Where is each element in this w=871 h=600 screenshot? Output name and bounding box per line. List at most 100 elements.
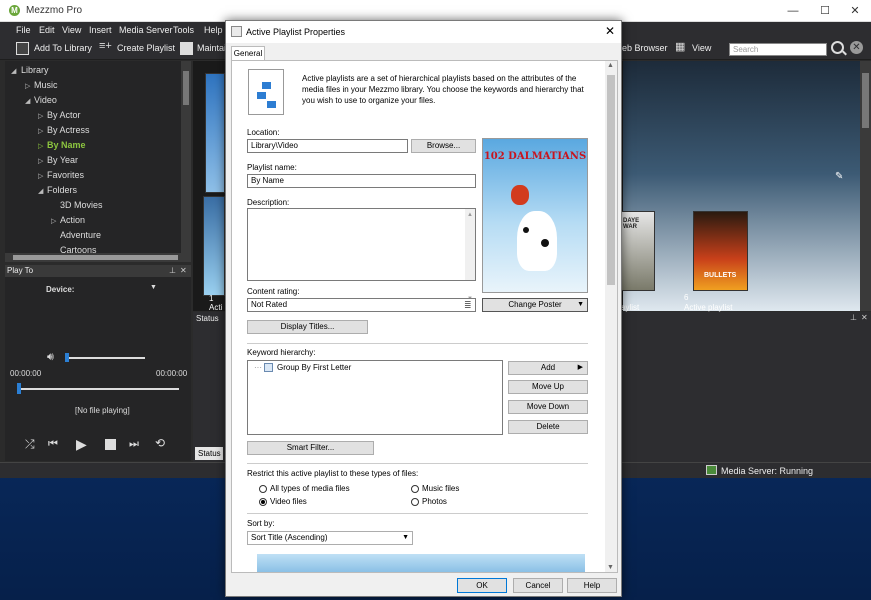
tree-item-3d-movies[interactable]: 3D Movies: [60, 200, 103, 210]
location-field[interactable]: Library\Video: [247, 139, 408, 153]
radio-video[interactable]: [259, 498, 267, 506]
menu-tools[interactable]: Tools: [173, 25, 194, 35]
stop-icon[interactable]: [105, 439, 116, 450]
clear-search-icon[interactable]: ✕: [850, 41, 863, 54]
menu-view[interactable]: View: [62, 25, 81, 35]
tree-item-by-actress[interactable]: By Actress: [47, 125, 90, 135]
close-panel-icon[interactable]: ✕: [180, 266, 187, 275]
scroll-thumb[interactable]: [183, 71, 189, 105]
scroll-thumb[interactable]: [13, 255, 178, 260]
repeat-icon[interactable]: ⟲: [155, 436, 165, 450]
search-icon[interactable]: [831, 41, 844, 54]
volume-icon[interactable]: 🔊︎: [47, 351, 54, 364]
radio-all-media[interactable]: [259, 485, 267, 493]
ok-button[interactable]: OK: [457, 578, 507, 593]
maintain-button[interactable]: Maintai: [197, 43, 226, 53]
menu-media-server[interactable]: Media Server: [119, 25, 173, 35]
add-to-library-button[interactable]: Add To Library: [34, 43, 92, 53]
description-scrollbar[interactable]: ▲▼: [465, 209, 475, 302]
pin-icon[interactable]: ⊥: [850, 313, 857, 322]
tree-expand-icon[interactable]: ▷: [38, 127, 43, 135]
rating-list-icon[interactable]: ≣: [464, 300, 472, 311]
next-icon[interactable]: ⏭: [129, 438, 139, 451]
playlist-name-field[interactable]: By Name: [247, 174, 476, 188]
close-button[interactable]: ✕: [840, 3, 870, 19]
change-poster-button[interactable]: Change Poster ▼: [482, 298, 588, 312]
play-icon[interactable]: ▶: [76, 436, 87, 453]
move-down-button[interactable]: Move Down: [508, 400, 588, 414]
tree-item-folders[interactable]: Folders: [47, 185, 77, 195]
scroll-down-icon[interactable]: ▼: [607, 564, 614, 571]
move-up-button[interactable]: Move Up: [508, 380, 588, 394]
edit-pencil-icon[interactable]: ✎: [835, 171, 843, 182]
poster-thumbnail[interactable]: DAYE WAR: [620, 211, 655, 291]
menu-insert[interactable]: Insert: [89, 25, 112, 35]
delete-keyword-button[interactable]: Delete: [508, 420, 588, 434]
tree-hscrollbar[interactable]: [5, 253, 191, 262]
dialog-scrollbar[interactable]: ▲ ▼: [605, 61, 617, 572]
create-playlist-button[interactable]: Create Playlist: [117, 43, 175, 53]
display-titles-button[interactable]: Display Titles...: [247, 320, 368, 334]
seek-bar[interactable]: [17, 388, 179, 390]
sort-by-select[interactable]: Sort Title (Ascending) ▼: [247, 531, 413, 545]
radio-photos[interactable]: [411, 498, 419, 506]
playlist-poster[interactable]: 102 DALMATIANS: [482, 138, 588, 293]
menu-file[interactable]: File: [16, 25, 31, 35]
tree-item-music[interactable]: Music: [34, 80, 58, 90]
content-rating-field[interactable]: Not Rated: [247, 298, 476, 312]
tree-item-by-actor[interactable]: By Actor: [47, 110, 81, 120]
smart-filter-button[interactable]: Smart Filter...: [247, 441, 374, 455]
tree-item-action[interactable]: Action: [60, 215, 85, 225]
dialog-close-icon[interactable]: ✕: [605, 24, 615, 38]
tree-expand-icon[interactable]: ▷: [38, 172, 43, 180]
poster-thumbnail[interactable]: [203, 196, 225, 296]
scroll-up-icon[interactable]: ▲: [607, 62, 614, 69]
tree-item-library[interactable]: Library: [21, 65, 49, 75]
tree-expand-icon[interactable]: ◢: [38, 187, 43, 195]
search-input[interactable]: Search: [729, 43, 827, 56]
cancel-button[interactable]: Cancel: [513, 578, 563, 593]
volume-slider[interactable]: [65, 357, 145, 359]
keyword-hierarchy-list[interactable]: ··· Group By First Letter: [247, 360, 503, 435]
shuffle-icon[interactable]: ⤮: [25, 437, 35, 452]
help-button[interactable]: Help: [567, 578, 617, 593]
menu-help[interactable]: Help: [204, 25, 223, 35]
tree-item-video[interactable]: Video: [34, 95, 57, 105]
device-dropdown-icon[interactable]: ▼: [150, 284, 157, 291]
scroll-thumb[interactable]: [607, 75, 615, 285]
previous-icon[interactable]: ⏮: [48, 438, 58, 451]
web-browser-button[interactable]: eb Browser: [622, 43, 668, 53]
menu-edit[interactable]: Edit: [39, 25, 55, 35]
tree-expand-icon[interactable]: ▷: [38, 142, 43, 150]
tree-item-adventure[interactable]: Adventure: [60, 230, 101, 240]
tree-expand-icon[interactable]: ◢: [25, 97, 30, 105]
browse-button[interactable]: Browse...: [411, 139, 476, 153]
maximize-button[interactable]: ☐: [810, 3, 840, 19]
close-panel-icon[interactable]: ✕: [861, 313, 868, 322]
tree-expand-icon[interactable]: ▷: [25, 82, 30, 90]
poster-thumbnail[interactable]: BULLETS: [693, 211, 748, 291]
poster-thumbnail[interactable]: [205, 73, 225, 193]
tree-item-favorites[interactable]: Favorites: [47, 170, 84, 180]
radio-music[interactable]: [411, 485, 419, 493]
tree-expand-icon[interactable]: ▷: [51, 217, 56, 225]
keyword-item[interactable]: Group By First Letter: [277, 362, 351, 374]
tree-item-by-year[interactable]: By Year: [47, 155, 78, 165]
tree-expand-icon[interactable]: ▷: [38, 157, 43, 165]
description-field[interactable]: ▲▼: [247, 208, 476, 302]
volume-handle[interactable]: [65, 353, 69, 362]
view-button[interactable]: View: [692, 43, 711, 53]
content-scrollbar[interactable]: [860, 61, 871, 311]
tab-general[interactable]: General: [231, 46, 265, 60]
seek-handle[interactable]: [17, 383, 21, 394]
add-keyword-button[interactable]: Add ▶: [508, 361, 588, 375]
scroll-thumb[interactable]: [862, 73, 869, 128]
tree-expand-icon[interactable]: ◢: [11, 67, 16, 75]
tree-scrollbar[interactable]: [181, 61, 191, 253]
status-tab[interactable]: Status: [195, 447, 223, 460]
tree-expand-icon[interactable]: ▷: [38, 112, 43, 120]
pin-icon[interactable]: ⊥: [169, 266, 176, 275]
tree-item-by-name[interactable]: By Name: [47, 140, 86, 150]
minimize-button[interactable]: —: [778, 3, 808, 19]
dog-spot: [523, 227, 529, 233]
